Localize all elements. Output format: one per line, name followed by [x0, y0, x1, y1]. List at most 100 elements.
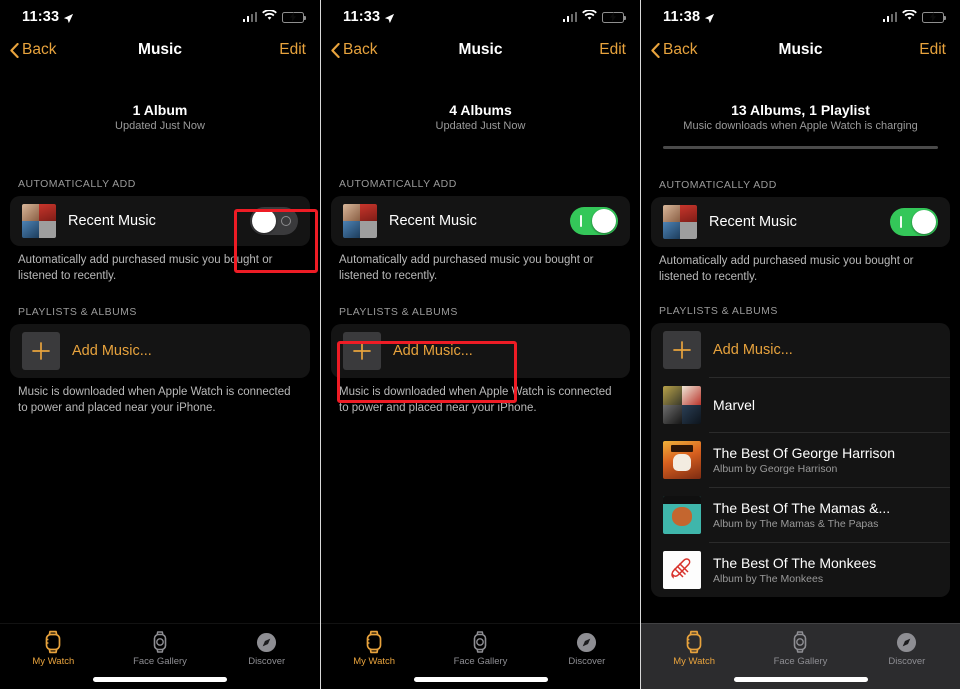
toggle-knob: [252, 209, 276, 233]
summary-subtitle: Music downloads when Apple Watch is char…: [683, 120, 918, 132]
back-button-label: Back: [343, 41, 378, 58]
tab-discover-label: Discover: [568, 656, 606, 667]
plus-icon: [22, 332, 60, 371]
add-music-row[interactable]: Add Music...: [651, 323, 950, 377]
tab-face-gallery[interactable]: Face Gallery: [107, 631, 214, 667]
status-bar: 11:38: [641, 0, 960, 34]
nav-bar: Back Music Edit: [641, 34, 960, 66]
recent-music-artwork: [343, 204, 377, 238]
toggle-knob: [592, 209, 616, 233]
add-music-label: Add Music...: [72, 343, 152, 360]
list-item[interactable]: The Best Of The Mamas &... Album by The …: [651, 488, 950, 542]
plus-icon: [343, 332, 381, 371]
summary-header: 1 Album Updated Just Now: [0, 66, 320, 132]
back-button[interactable]: Back: [331, 41, 377, 59]
apple-watch-icon: [684, 630, 704, 654]
status-left: 11:33: [22, 9, 74, 25]
compass-icon: [896, 631, 917, 653]
watch-face-icon: [790, 631, 810, 653]
summary-title: 1 Album: [132, 102, 188, 118]
recent-music-toggle[interactable]: [890, 208, 938, 236]
tab-face-gallery[interactable]: Face Gallery: [427, 631, 533, 667]
recent-music-artwork: [663, 205, 697, 239]
album-subtitle: Album by The Mamas & The Papas: [713, 518, 879, 531]
recent-music-toggle[interactable]: [250, 207, 298, 235]
status-time: 11:33: [22, 9, 60, 25]
tab-discover-label: Discover: [888, 656, 926, 667]
album-artwork: [663, 441, 701, 480]
section-header-automatically-add: AUTOMATICALLY ADD: [339, 178, 457, 190]
back-button-label: Back: [663, 41, 698, 58]
playlists-albums-card: Add Music...: [10, 324, 310, 379]
tab-my-watch-label: My Watch: [353, 656, 396, 667]
tab-bar: My Watch Face Gallery Discover: [641, 623, 960, 689]
tab-my-watch-label: My Watch: [673, 656, 716, 667]
nav-bar: Back Music Edit: [321, 34, 640, 66]
tab-discover[interactable]: Discover: [854, 631, 960, 667]
summary-subtitle: Updated Just Now: [115, 120, 205, 132]
album-artwork: [663, 386, 701, 425]
edit-button[interactable]: Edit: [919, 41, 946, 59]
compass-icon: [256, 631, 277, 653]
list-item[interactable]: Marvel: [651, 378, 950, 432]
add-music-row[interactable]: Add Music...: [331, 324, 630, 378]
automatically-add-card: Recent Music: [331, 196, 630, 246]
apple-watch-icon: [43, 630, 63, 654]
edit-button[interactable]: Edit: [599, 41, 626, 59]
recent-music-row[interactable]: Recent Music: [651, 197, 950, 247]
status-bar: 11:33: [321, 0, 640, 34]
list-item[interactable]: The Best Of George Harrison Album by Geo…: [651, 433, 950, 487]
status-time: 11:33: [343, 9, 381, 25]
wifi-icon: [582, 8, 597, 26]
watch-face-icon: [470, 631, 490, 653]
edit-button[interactable]: Edit: [279, 41, 306, 59]
chevron-left-icon: [651, 42, 660, 58]
watch-face-icon: [150, 631, 170, 653]
add-music-row[interactable]: Add Music...: [10, 324, 310, 378]
battery-charging-icon: [922, 11, 946, 23]
album-artwork: [663, 496, 701, 535]
back-button-label: Back: [22, 41, 57, 58]
panel-1-content: 1 Album Updated Just Now AUTOMATICALLY A…: [0, 66, 320, 689]
battery-charging-icon: [282, 11, 306, 23]
location-arrow-icon: [63, 12, 74, 23]
compass-icon: [576, 631, 597, 653]
add-music-label: Add Music...: [713, 342, 793, 359]
panel-2-content: 4 Albums Updated Just Now AUTOMATICALLY …: [321, 66, 640, 689]
recent-music-row[interactable]: Recent Music: [10, 196, 310, 246]
tab-my-watch[interactable]: My Watch: [321, 630, 427, 667]
tab-discover-label: Discover: [248, 656, 286, 667]
back-button[interactable]: Back: [10, 41, 56, 59]
home-indicator: [93, 677, 227, 682]
album-title: The Best Of The Monkees: [713, 554, 877, 571]
back-button[interactable]: Back: [651, 41, 697, 59]
automatically-add-card: Recent Music: [651, 197, 950, 247]
toggle-on-indicator: [580, 215, 582, 227]
tab-face-gallery-label: Face Gallery: [453, 656, 508, 667]
recent-music-label: Recent Music: [389, 213, 477, 229]
recent-music-label: Recent Music: [68, 213, 156, 229]
status-left: 11:33: [343, 9, 395, 25]
panel-2: 11:33 Back Music Edit 4 Albums Updated J…: [320, 0, 640, 689]
tab-my-watch[interactable]: My Watch: [641, 630, 747, 667]
album-subtitle: Album by The Monkees: [713, 573, 824, 586]
tab-discover[interactable]: Discover: [213, 631, 320, 667]
download-footer: Music is downloaded when Apple Watch is …: [339, 386, 612, 414]
tab-my-watch[interactable]: My Watch: [0, 630, 107, 667]
panel-1: 11:33 Back Music Edit 1 Album Updated Ju…: [0, 0, 320, 689]
status-left: 11:38: [663, 9, 715, 25]
cellular-bars-icon: [882, 11, 897, 22]
recent-music-row[interactable]: Recent Music: [331, 196, 630, 246]
tab-discover[interactable]: Discover: [534, 631, 640, 667]
recent-music-toggle[interactable]: [570, 207, 618, 235]
status-time: 11:38: [663, 9, 701, 25]
tab-face-gallery[interactable]: Face Gallery: [747, 631, 853, 667]
album-title: The Best Of The Mamas &...: [713, 499, 891, 516]
tab-my-watch-label: My Watch: [32, 656, 75, 667]
list-item[interactable]: The Best Of The Monkees Album by The Mon…: [651, 543, 950, 597]
home-indicator: [733, 677, 868, 682]
toggle-knob: [912, 210, 936, 234]
automatically-add-footer: Automatically add purchased music you bo…: [18, 254, 273, 282]
automatically-add-footer: Automatically add purchased music you bo…: [339, 254, 594, 282]
summary-title: 4 Albums: [449, 102, 512, 118]
